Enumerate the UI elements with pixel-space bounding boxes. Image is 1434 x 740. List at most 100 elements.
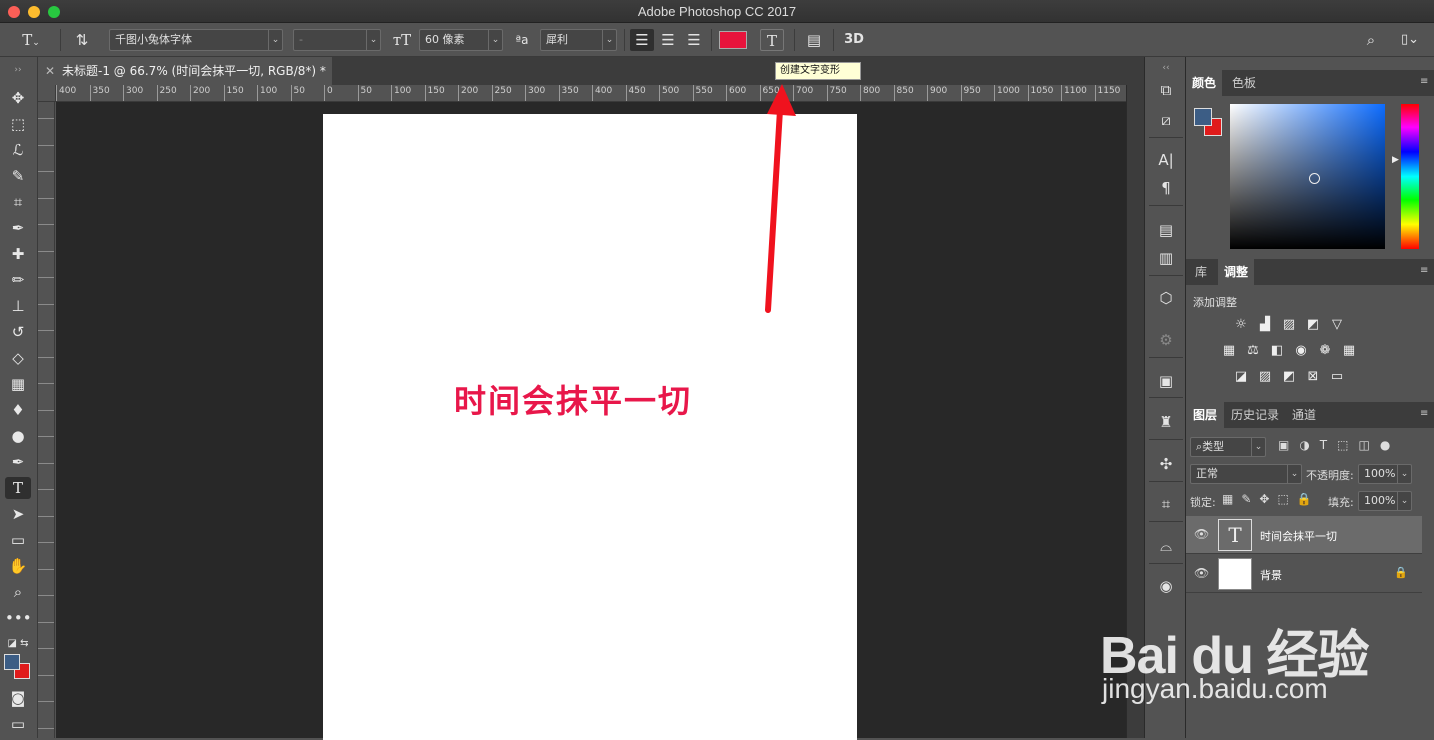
color-panel-foreground-swatch[interactable] <box>1194 108 1212 126</box>
crop-tool-icon[interactable]: ⌗ <box>5 191 31 213</box>
blend-mode-select[interactable]: 正常 ⌄ <box>1190 464 1302 484</box>
character-styles-icon[interactable]: ▤ <box>1154 219 1178 241</box>
text-color-swatch[interactable] <box>719 31 747 49</box>
default-colors-icon[interactable]: ◪ ⇆ <box>5 633 31 655</box>
hue-slider[interactable] <box>1401 104 1419 249</box>
visibility-eye-icon[interactable]: 👁 <box>1194 566 1209 580</box>
vibrance-icon[interactable]: ▽ <box>1328 317 1346 333</box>
posterize-icon[interactable]: ▨ <box>1256 369 1274 385</box>
blur-tool-icon[interactable]: ♦ <box>5 399 31 421</box>
gradient-map-icon[interactable]: ▭ <box>1328 369 1346 385</box>
panel-menu-icon[interactable]: ≡ <box>1420 77 1430 87</box>
properties-panel-icon[interactable]: ⧄ <box>1154 109 1178 131</box>
quick-mask-icon[interactable]: ◙ <box>5 687 31 709</box>
warp-text-icon[interactable]: T <box>760 29 784 51</box>
healing-brush-tool-icon[interactable]: ✚ <box>5 243 31 265</box>
hand-tool-icon[interactable]: ✋ <box>5 555 31 577</box>
tab-history[interactable]: 历史记录 <box>1226 402 1284 428</box>
tab-color[interactable]: 颜色 <box>1186 70 1222 96</box>
history-brush-tool-icon[interactable]: ↺ <box>5 321 31 343</box>
font-size-select[interactable]: 60 像素 ⌄ <box>419 29 503 51</box>
align-left-icon[interactable]: ☰ <box>630 29 654 51</box>
collapse-strip-icon[interactable]: ‹‹ <box>1154 57 1178 79</box>
visibility-eye-icon[interactable]: 👁 <box>1194 527 1209 541</box>
tab-channels[interactable]: 通道 <box>1286 402 1322 428</box>
document-tab[interactable]: ✕ 未标题-1 @ 66.7% (时间会抹平一切, RGB/8*) * <box>38 57 332 85</box>
threshold-icon[interactable]: ◩ <box>1280 369 1298 385</box>
type-tool-icon[interactable]: T <box>5 477 31 499</box>
move-tool-icon[interactable]: ✥ <box>5 87 31 109</box>
ruler-origin[interactable] <box>38 85 56 102</box>
dodge-tool-icon[interactable]: ● <box>5 425 31 447</box>
tab-swatches[interactable]: 色板 <box>1224 70 1264 96</box>
font-style-select[interactable]: - ⌄ <box>293 29 381 51</box>
panel-menu-icon[interactable]: ≡ <box>1420 409 1430 419</box>
3d-panel-icon[interactable]: ⬡ <box>1154 287 1178 309</box>
path-selection-tool-icon[interactable]: ➤ <box>5 503 31 525</box>
panel-menu-icon[interactable]: ≡ <box>1420 266 1430 276</box>
collapse-toolbar-icon[interactable]: ›› <box>5 59 31 81</box>
brightness-contrast-icon[interactable]: ☼ <box>1232 317 1250 333</box>
zoom-tool-icon[interactable]: ⌕ <box>5 581 31 603</box>
exposure-icon[interactable]: ◩ <box>1304 317 1322 333</box>
eyedropper-tool-icon[interactable]: ✒ <box>5 217 31 239</box>
opacity-input[interactable]: 100% ⌄ <box>1358 464 1412 484</box>
layer-row-text[interactable]: 👁 T 时间会抹平一切 <box>1186 516 1422 554</box>
text-tool-preset-icon[interactable]: T⌄ <box>16 29 46 51</box>
levels-icon[interactable]: ▟ <box>1256 317 1274 333</box>
toggle-text-orientation-icon[interactable]: ⇅ <box>70 29 94 51</box>
canvas-area[interactable]: 时间会抹平一切 <box>56 102 1126 740</box>
layer-filter-icons[interactable]: ▣◑T⬚◫● <box>1278 438 1400 452</box>
libraries-panel-icon[interactable]: ▣ <box>1154 370 1178 392</box>
paragraph-panel-icon[interactable]: ¶ <box>1154 177 1178 199</box>
gradient-tool-icon[interactable]: ▦ <box>5 373 31 395</box>
lasso-tool-icon[interactable]: ℒ <box>5 139 31 161</box>
workspace-switcher-icon[interactable]: ▯⌄ <box>1393 29 1427 51</box>
tab-layers[interactable]: 图层 <box>1186 402 1224 428</box>
hue-slider-handle[interactable]: ▶ <box>1392 155 1399 165</box>
font-family-select[interactable]: 千图小兔体字体 ⌄ <box>109 29 283 51</box>
plugins-panel-icon[interactable]: ✣ <box>1154 453 1178 475</box>
history-panel-icon[interactable]: ⧉ <box>1154 79 1178 101</box>
color-lookup-icon[interactable]: ▦ <box>1340 343 1358 359</box>
invert-icon[interactable]: ◪ <box>1232 369 1250 385</box>
swatches-panel-icon[interactable]: ⚙ <box>1154 329 1178 351</box>
curves-icon[interactable]: ▨ <box>1280 317 1298 333</box>
character-panel-toggle-icon[interactable]: ▤ <box>802 29 826 51</box>
timeline-panel-icon[interactable]: ⌓ <box>1154 535 1178 557</box>
search-icon[interactable]: ⌕ <box>1359 29 1383 51</box>
rectangle-tool-icon[interactable]: ▭ <box>5 529 31 551</box>
photo-filter-icon[interactable]: ◉ <box>1292 343 1310 359</box>
actions-panel-icon[interactable]: ♜ <box>1154 411 1178 433</box>
channel-mixer-icon[interactable]: ❁ <box>1316 343 1334 359</box>
close-tab-icon[interactable]: ✕ <box>45 57 55 85</box>
more-tools-icon[interactable]: ••• <box>5 607 32 629</box>
align-center-icon[interactable]: ☰ <box>656 29 680 51</box>
vertical-ruler[interactable] <box>38 102 55 738</box>
crop-panel-icon[interactable]: ⌗ <box>1154 493 1178 515</box>
color-balance-icon[interactable]: ⚖ <box>1244 343 1262 359</box>
3d-button[interactable]: 3D <box>842 29 866 51</box>
paragraph-styles-icon[interactable]: ▥ <box>1154 247 1178 269</box>
horizontal-ruler[interactable]: 400 350 300 250 200 150 100 50 0 50 100 150 200 250 30… <box>56 85 1126 102</box>
black-white-icon[interactable]: ◧ <box>1268 343 1286 359</box>
color-picker-field[interactable] <box>1230 104 1385 249</box>
lock-icons[interactable]: ▦✎✥⬚🔒 <box>1222 492 1320 506</box>
pen-tool-icon[interactable]: ✒ <box>5 451 31 473</box>
align-right-icon[interactable]: ☰ <box>682 29 706 51</box>
character-panel-icon[interactable]: A| <box>1154 149 1178 171</box>
fill-input[interactable]: 100% ⌄ <box>1358 491 1412 511</box>
clone-stamp-tool-icon[interactable]: ⊥ <box>5 295 31 317</box>
screen-mode-icon[interactable]: ▭ <box>5 713 31 735</box>
eraser-tool-icon[interactable]: ◇ <box>5 347 31 369</box>
selective-color-icon[interactable]: ⊠ <box>1304 369 1322 385</box>
color-picker-handle[interactable] <box>1309 173 1320 184</box>
antialias-select[interactable]: 犀利 ⌄ <box>540 29 617 51</box>
foreground-color-swatch[interactable] <box>4 654 20 670</box>
tab-libraries[interactable]: 库 <box>1186 259 1216 285</box>
brush-tool-icon[interactable]: ✏ <box>5 269 31 291</box>
marquee-tool-icon[interactable]: ⬚ <box>5 113 31 135</box>
quick-selection-tool-icon[interactable]: ✎ <box>5 165 31 187</box>
canvas-text-layer[interactable]: 时间会抹平一切 <box>454 376 692 422</box>
tab-adjustments[interactable]: 调整 <box>1218 259 1254 285</box>
